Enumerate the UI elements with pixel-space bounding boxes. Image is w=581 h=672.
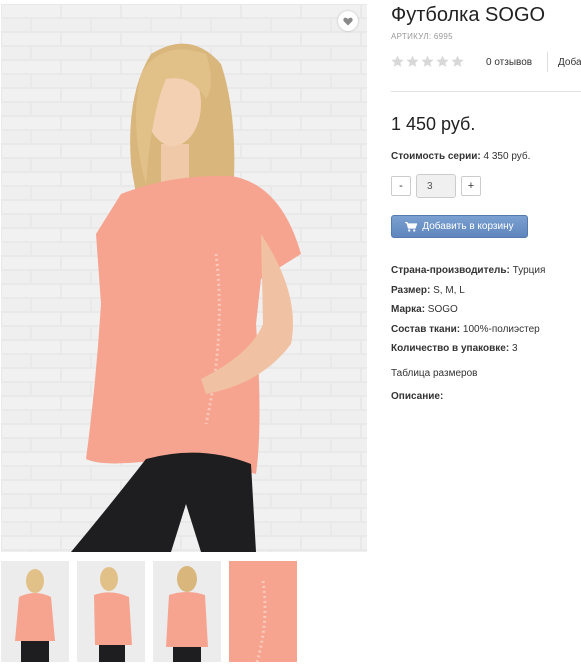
thumbnail-2[interactable] — [77, 561, 145, 662]
property-label: Марка: — [391, 304, 426, 315]
quantity-input[interactable] — [416, 174, 456, 198]
product-sku: АРТИКУЛ: 6995 — [391, 32, 453, 41]
property-value: 3 — [509, 343, 518, 354]
thumbnail-strip — [1, 561, 297, 662]
thumbnail-4[interactable] — [229, 561, 297, 662]
property-row: Размер: S, M, L — [391, 281, 545, 301]
heart-icon — [343, 17, 353, 25]
property-value: S, M, L — [430, 284, 465, 296]
thumbnail-3[interactable] — [153, 561, 221, 662]
star-icon — [406, 55, 419, 67]
quantity-decrease-button[interactable]: - — [391, 176, 411, 196]
property-label: Состав ткани: — [391, 323, 461, 335]
property-row: Состав ткани: 100%-полиэстер — [391, 320, 545, 340]
property-value: Турция — [509, 265, 546, 276]
star-icon — [451, 55, 464, 67]
rating-stars[interactable] — [391, 55, 464, 68]
divider — [391, 91, 581, 92]
add-review-link[interactable]: Доба — [558, 57, 581, 68]
product-properties: Страна-производитель: Турция Размер: S, … — [391, 261, 545, 359]
main-product-image[interactable] — [1, 4, 367, 552]
property-label: Количество в упаковке: — [391, 343, 510, 354]
add-to-cart-label: Добавить в корзину — [422, 221, 514, 232]
product-title: Футболка SOGO — [391, 4, 546, 26]
property-row: Количество в упаковке: 3 — [391, 339, 545, 359]
cart-icon — [405, 221, 418, 232]
divider — [547, 52, 548, 72]
property-value: 100%-полиэстер — [460, 323, 540, 335]
series-label: Стоимость серии: — [391, 151, 481, 162]
description-heading: Описание: — [391, 391, 444, 402]
add-to-cart-button[interactable]: Добавить в корзину — [391, 215, 528, 238]
quantity-increase-button[interactable]: + — [461, 176, 481, 196]
property-value: SOGO — [425, 304, 458, 315]
reviews-link[interactable]: 0 отзывов — [486, 57, 532, 68]
thumbnail-1[interactable] — [1, 561, 69, 662]
quantity-stepper: - + — [391, 174, 481, 198]
property-label: Страна-производитель: — [391, 265, 510, 276]
star-icon — [421, 55, 434, 67]
star-icon — [391, 55, 404, 67]
product-price: 1 450 руб. — [391, 114, 476, 134]
series-price: Стоимость серии: 4 350 руб. — [391, 151, 530, 162]
wishlist-button[interactable] — [338, 11, 358, 31]
property-row: Страна-производитель: Турция — [391, 261, 545, 281]
size-table-link[interactable]: Таблица размеров — [391, 368, 477, 379]
property-row: Марка: SOGO — [391, 300, 545, 320]
series-value: 4 350 руб. — [480, 151, 531, 162]
property-label: Размер: — [391, 284, 431, 296]
star-icon — [436, 55, 449, 67]
